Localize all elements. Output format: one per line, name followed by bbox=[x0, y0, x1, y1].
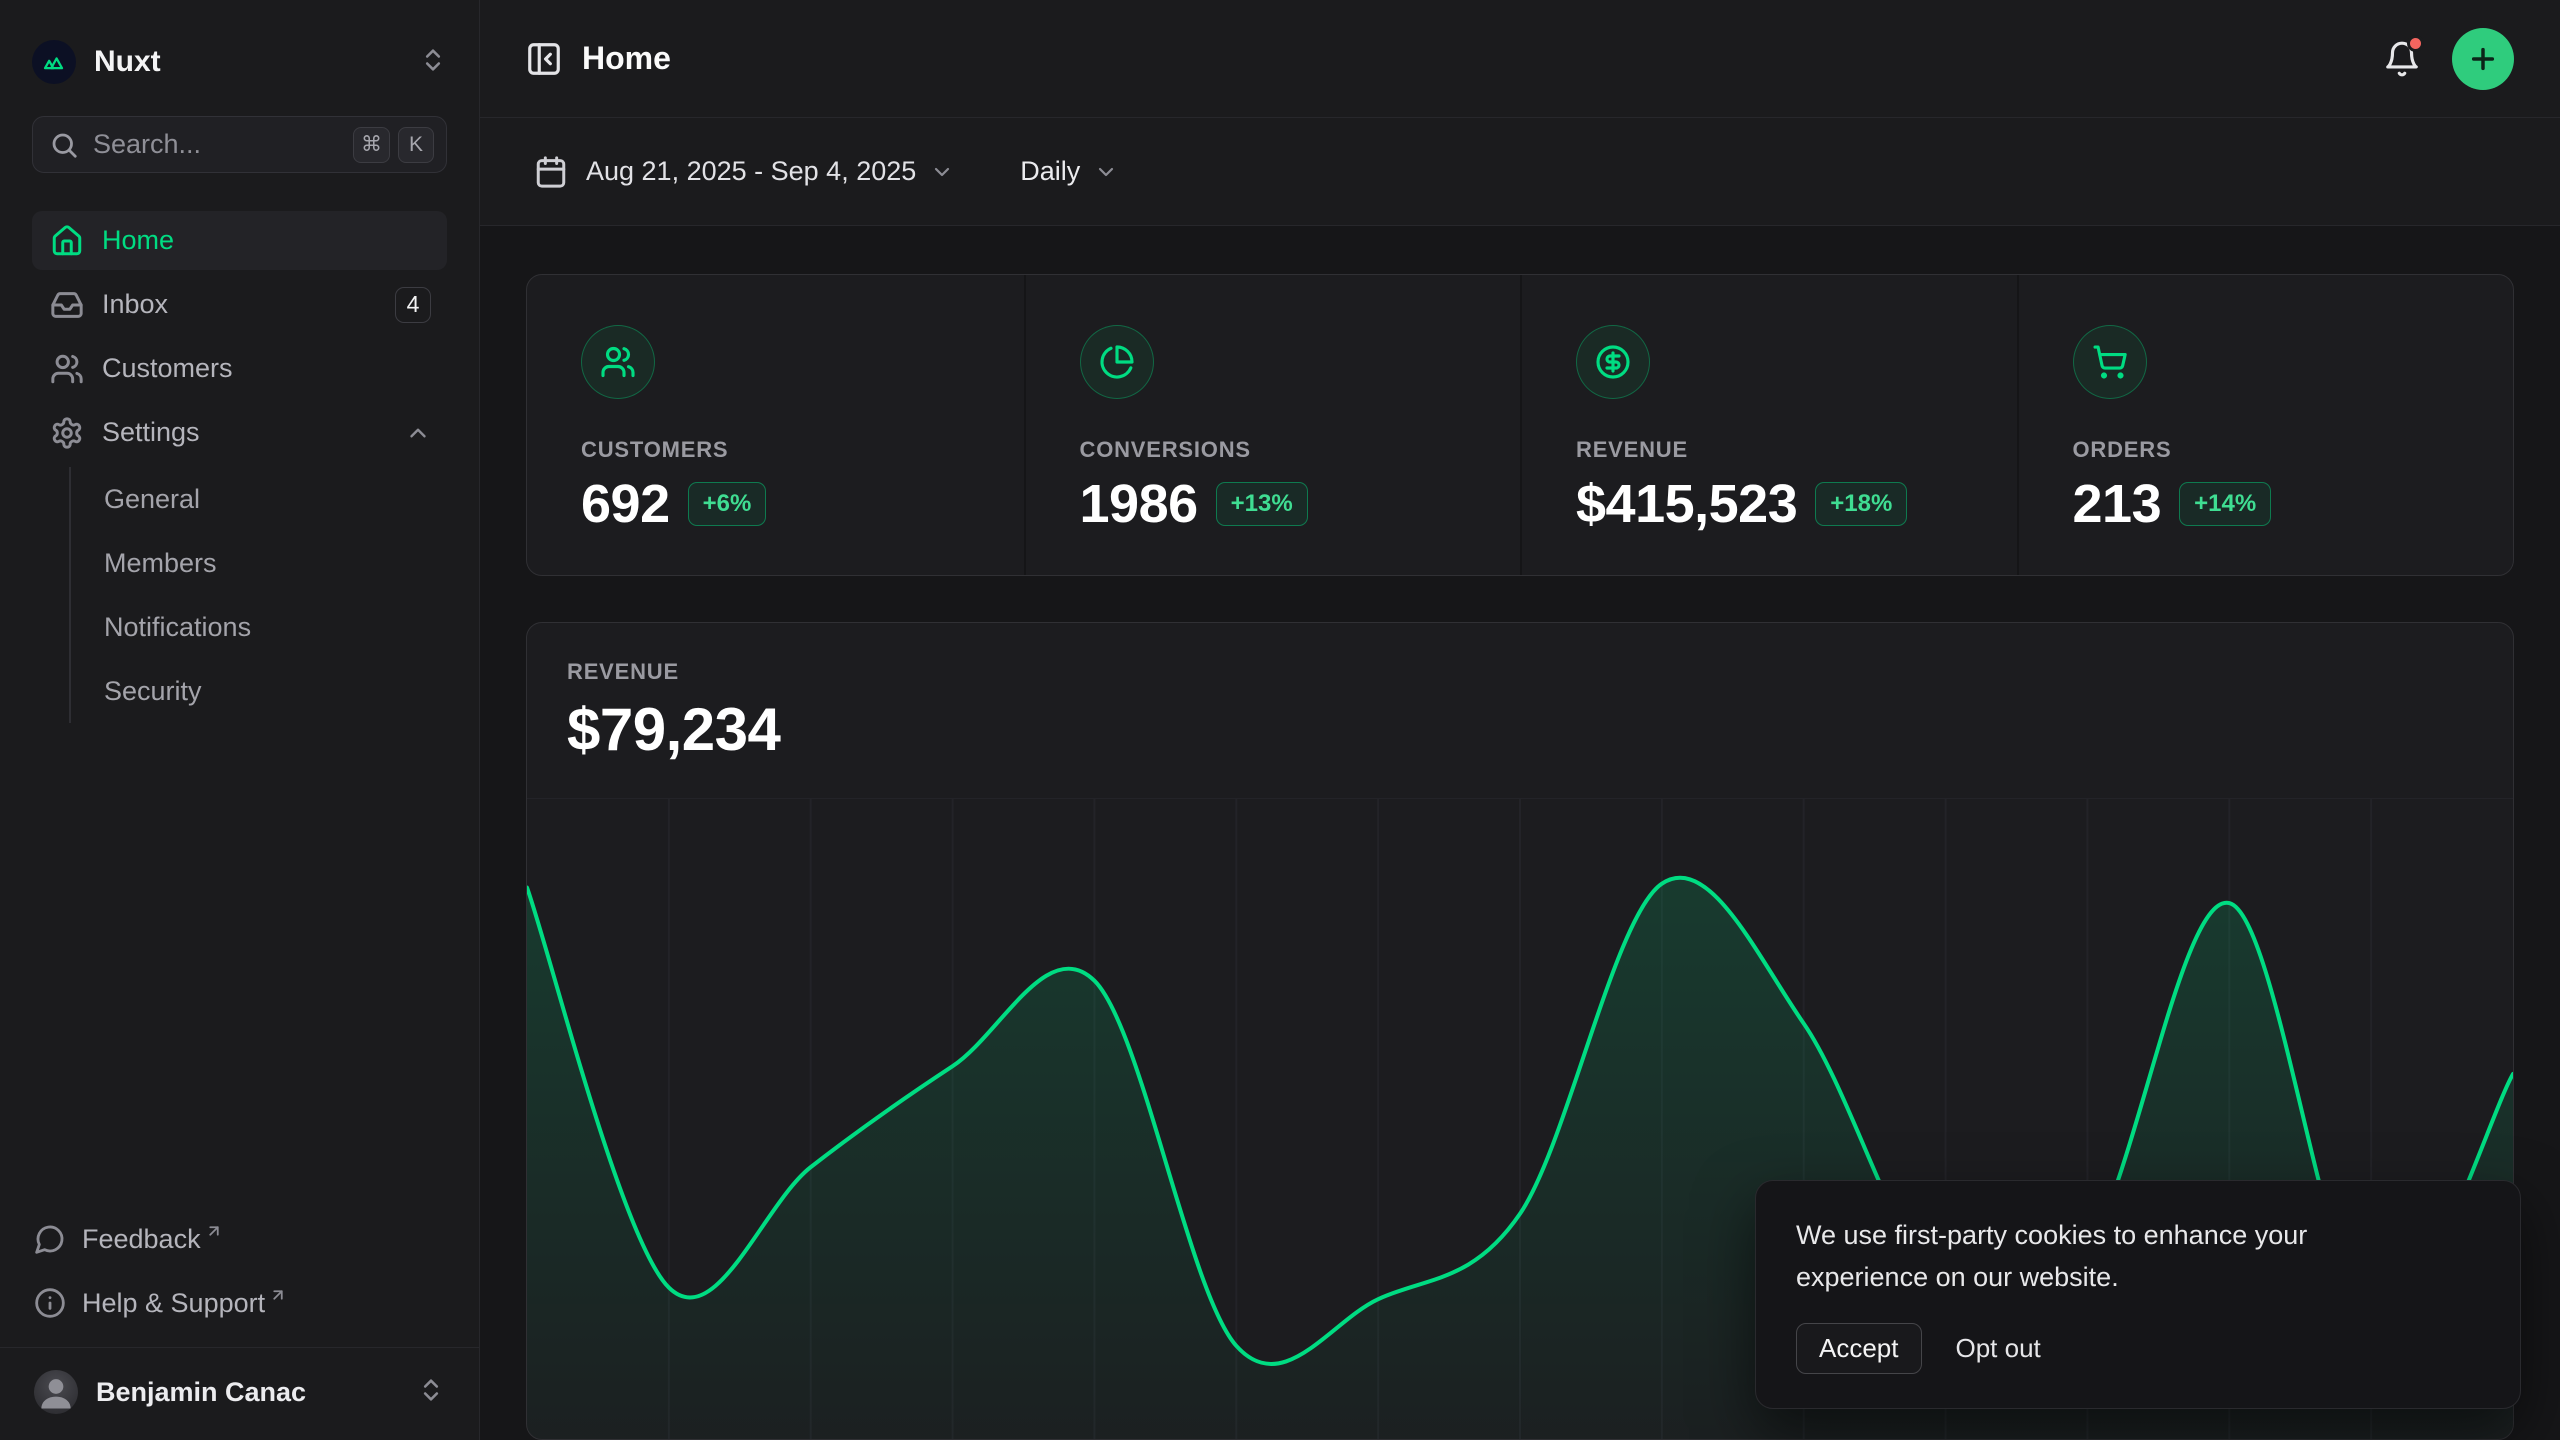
stat-card-conversions[interactable]: CONVERSIONS 1986 +13% bbox=[1024, 275, 1521, 576]
sidebar-item-label: Home bbox=[102, 225, 431, 256]
filters-bar: Aug 21, 2025 - Sep 4, 2025 Daily bbox=[480, 118, 2560, 226]
stat-label: CUSTOMERS bbox=[581, 437, 970, 463]
stat-label: REVENUE bbox=[1576, 437, 1963, 463]
app-root: Nuxt Search... ⌘ K Home bbox=[0, 0, 2560, 1440]
sidebar-item-label: Settings bbox=[102, 417, 405, 448]
sidebar-item-label: Inbox bbox=[102, 289, 395, 320]
home-icon bbox=[50, 224, 84, 258]
circle-dollar-icon bbox=[1576, 325, 1650, 399]
sub-item-label: Members bbox=[104, 548, 217, 579]
revenue-chart-label: REVENUE bbox=[567, 659, 2473, 685]
info-circle-icon bbox=[34, 1287, 66, 1319]
granularity-value: Daily bbox=[1020, 156, 1080, 187]
stats-row: CUSTOMERS 692 +6% CONVERSIONS 1986 +13% bbox=[526, 274, 2514, 576]
stat-delta-badge: +6% bbox=[688, 482, 767, 526]
external-link-icon bbox=[269, 1280, 287, 1311]
stat-delta-badge: +14% bbox=[2179, 482, 2271, 526]
date-range-picker[interactable]: Aug 21, 2025 - Sep 4, 2025 bbox=[534, 155, 954, 189]
workspace-switcher[interactable]: Nuxt bbox=[32, 38, 447, 86]
stat-value: 213 bbox=[2073, 473, 2162, 535]
nuxt-logo-icon bbox=[32, 40, 76, 84]
feedback-label: Feedback bbox=[82, 1224, 201, 1255]
stat-label: CONVERSIONS bbox=[1080, 437, 1467, 463]
shopping-cart-icon bbox=[2073, 325, 2147, 399]
gear-icon bbox=[50, 416, 84, 450]
collapse-sidebar-button[interactable] bbox=[518, 33, 570, 85]
chevron-up-icon bbox=[405, 420, 431, 446]
user-menu[interactable]: Benjamin Canac bbox=[32, 1348, 447, 1440]
stat-label: ORDERS bbox=[2073, 437, 2460, 463]
chevron-down-icon bbox=[930, 160, 954, 184]
sidebar-item-general[interactable]: General bbox=[104, 467, 447, 531]
cookie-actions: Accept Opt out bbox=[1796, 1323, 2480, 1374]
revenue-chart-header: REVENUE $79,234 bbox=[527, 623, 2513, 764]
accept-button[interactable]: Accept bbox=[1796, 1323, 1922, 1374]
users-icon bbox=[50, 352, 84, 386]
external-link-icon bbox=[205, 1216, 223, 1247]
search-placeholder: Search... bbox=[93, 129, 345, 160]
stat-delta-badge: +13% bbox=[1216, 482, 1308, 526]
sidebar-item-customers[interactable]: Customers bbox=[32, 339, 447, 398]
chat-bubble-icon bbox=[34, 1223, 66, 1255]
chevron-down-icon bbox=[1094, 160, 1118, 184]
notification-dot bbox=[2407, 35, 2424, 52]
chevrons-up-down-icon bbox=[417, 1376, 445, 1409]
page-header: Home bbox=[480, 0, 2560, 118]
kbd-k: K bbox=[398, 127, 434, 163]
stat-value: 1986 bbox=[1080, 473, 1198, 535]
settings-sub-nav: General Members Notifications Security bbox=[69, 467, 447, 723]
sub-item-label: General bbox=[104, 484, 200, 515]
opt-out-button[interactable]: Opt out bbox=[1956, 1333, 2041, 1364]
stat-card-orders[interactable]: ORDERS 213 +14% bbox=[2017, 275, 2514, 576]
stat-card-revenue[interactable]: REVENUE $415,523 +18% bbox=[1520, 275, 2017, 576]
cookie-message: We use first-party cookies to enhance yo… bbox=[1796, 1215, 2426, 1299]
granularity-select[interactable]: Daily bbox=[1020, 156, 1118, 187]
sidebar: Nuxt Search... ⌘ K Home bbox=[0, 0, 480, 1440]
sidebar-item-members[interactable]: Members bbox=[104, 531, 447, 595]
inbox-count-badge: 4 bbox=[395, 287, 431, 323]
inbox-icon bbox=[50, 288, 84, 322]
pie-chart-icon bbox=[1080, 325, 1154, 399]
stat-value: $415,523 bbox=[1576, 473, 1797, 535]
sub-item-label: Security bbox=[104, 676, 202, 707]
kbd-cmd: ⌘ bbox=[353, 127, 390, 163]
sidebar-item-home[interactable]: Home bbox=[32, 211, 447, 270]
search-input[interactable]: Search... ⌘ K bbox=[32, 116, 447, 173]
sub-item-label: Notifications bbox=[104, 612, 251, 643]
sidebar-item-settings[interactable]: Settings bbox=[32, 403, 447, 462]
feedback-link[interactable]: Feedback bbox=[32, 1207, 447, 1271]
notifications-button[interactable] bbox=[2376, 33, 2428, 85]
stat-value: 692 bbox=[581, 473, 670, 535]
workspace-name: Nuxt bbox=[94, 45, 419, 79]
sidebar-item-inbox[interactable]: Inbox 4 bbox=[32, 275, 447, 334]
user-name: Benjamin Canac bbox=[96, 1377, 417, 1408]
help-support-label: Help & Support bbox=[82, 1288, 265, 1319]
sidebar-item-notifications[interactable]: Notifications bbox=[104, 595, 447, 659]
page-title: Home bbox=[582, 40, 2376, 77]
calendar-icon bbox=[534, 155, 568, 189]
add-button[interactable] bbox=[2452, 28, 2514, 90]
stat-card-customers[interactable]: CUSTOMERS 692 +6% bbox=[527, 275, 1024, 576]
avatar bbox=[34, 1370, 78, 1414]
help-support-link[interactable]: Help & Support bbox=[32, 1271, 447, 1335]
cookie-banner: We use first-party cookies to enhance yo… bbox=[1755, 1180, 2521, 1409]
stat-delta-badge: +18% bbox=[1815, 482, 1907, 526]
sidebar-nav: Home Inbox 4 Customers Settings bbox=[32, 211, 447, 723]
users-icon bbox=[581, 325, 655, 399]
sidebar-item-security[interactable]: Security bbox=[104, 659, 447, 723]
sidebar-item-label: Customers bbox=[102, 353, 431, 384]
panel-left-close-icon bbox=[525, 40, 563, 78]
date-range-value: Aug 21, 2025 - Sep 4, 2025 bbox=[586, 156, 916, 187]
search-icon bbox=[49, 130, 79, 160]
plus-icon bbox=[2467, 43, 2499, 75]
chevrons-up-down-icon bbox=[419, 46, 447, 79]
revenue-chart-total: $79,234 bbox=[567, 695, 2473, 764]
sidebar-spacer bbox=[32, 723, 447, 1207]
